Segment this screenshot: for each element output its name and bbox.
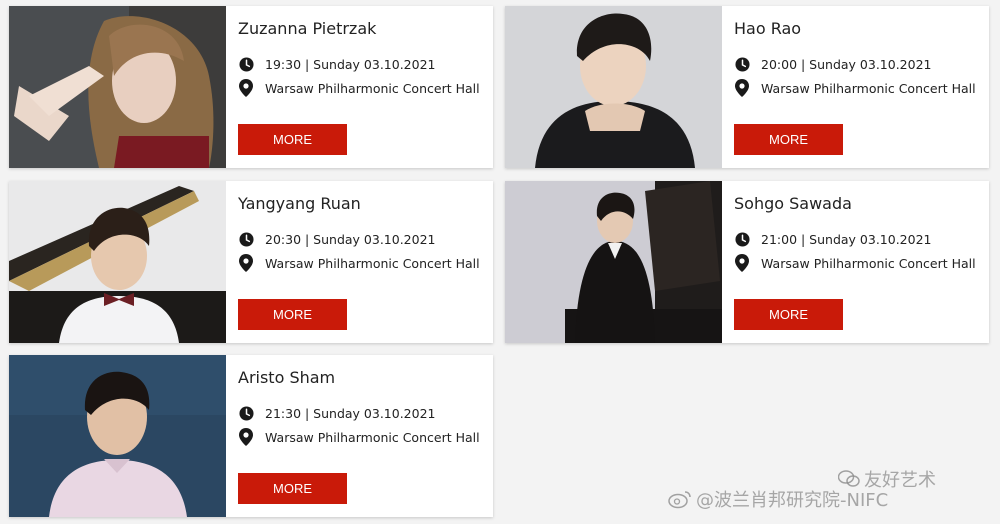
concert-card: Yangyang Ruan 20:30 | Sunday 03.10.2021 … [9,181,493,343]
performer-name: Sohgo Sawada [734,194,852,213]
concert-card: Zuzanna Pietrzak 19:30 | Sunday 03.10.20… [9,6,493,168]
performer-name: Yangyang Ruan [238,194,361,213]
watermark-line2: @波兰肖邦研究院-NIFC [668,486,888,512]
concert-time: 21:00 | Sunday 03.10.2021 [734,231,932,247]
map-pin-icon [238,79,254,97]
clock-icon [238,405,254,421]
concert-venue: Warsaw Philharmonic Concert Hall [238,428,480,446]
venue-name: Warsaw Philharmonic Concert Hall [761,255,976,271]
concert-card: Aristo Sham 21:30 | Sunday 03.10.2021 Wa… [9,355,493,517]
map-pin-icon [734,79,750,97]
concert-card: Sohgo Sawada 21:00 | Sunday 03.10.2021 W… [505,181,989,343]
concert-datetime: 20:30 | Sunday 03.10.2021 [265,231,436,247]
concert-venue: Warsaw Philharmonic Concert Hall [238,254,480,272]
performer-name: Zuzanna Pietrzak [238,19,377,38]
venue-name: Warsaw Philharmonic Concert Hall [265,80,480,96]
performer-photo [9,181,226,343]
venue-name: Warsaw Philharmonic Concert Hall [265,255,480,271]
clock-icon [238,231,254,247]
map-pin-icon [238,428,254,446]
venue-name: Warsaw Philharmonic Concert Hall [265,429,480,445]
concert-datetime: 21:30 | Sunday 03.10.2021 [265,405,436,421]
concert-time: 20:00 | Sunday 03.10.2021 [734,56,932,72]
more-button[interactable]: MORE [238,473,347,504]
more-button[interactable]: MORE [238,124,347,155]
more-button[interactable]: MORE [734,299,843,330]
concert-venue: Warsaw Philharmonic Concert Hall [734,254,976,272]
performer-photo [505,181,722,343]
more-button[interactable]: MORE [734,124,843,155]
watermark-text: @波兰肖邦研究院-NIFC [696,490,889,511]
concert-datetime: 19:30 | Sunday 03.10.2021 [265,56,436,72]
concert-card: Hao Rao 20:00 | Sunday 03.10.2021 Warsaw… [505,6,989,168]
performer-photo [9,6,226,168]
map-pin-icon [734,254,750,272]
concert-datetime: 20:00 | Sunday 03.10.2021 [761,56,932,72]
concert-time: 19:30 | Sunday 03.10.2021 [238,56,436,72]
weibo-icon [668,489,692,509]
clock-icon [734,56,750,72]
clock-icon [734,231,750,247]
map-pin-icon [238,254,254,272]
performer-photo [9,355,226,517]
clock-icon [238,56,254,72]
concert-time: 20:30 | Sunday 03.10.2021 [238,231,436,247]
concert-venue: Warsaw Philharmonic Concert Hall [734,79,976,97]
performer-photo [505,6,722,168]
concert-datetime: 21:00 | Sunday 03.10.2021 [761,231,932,247]
more-button[interactable]: MORE [238,299,347,330]
performer-name: Hao Rao [734,19,802,38]
performer-name: Aristo Sham [238,368,336,387]
concert-time: 21:30 | Sunday 03.10.2021 [238,405,436,421]
venue-name: Warsaw Philharmonic Concert Hall [761,80,976,96]
concert-venue: Warsaw Philharmonic Concert Hall [238,79,480,97]
